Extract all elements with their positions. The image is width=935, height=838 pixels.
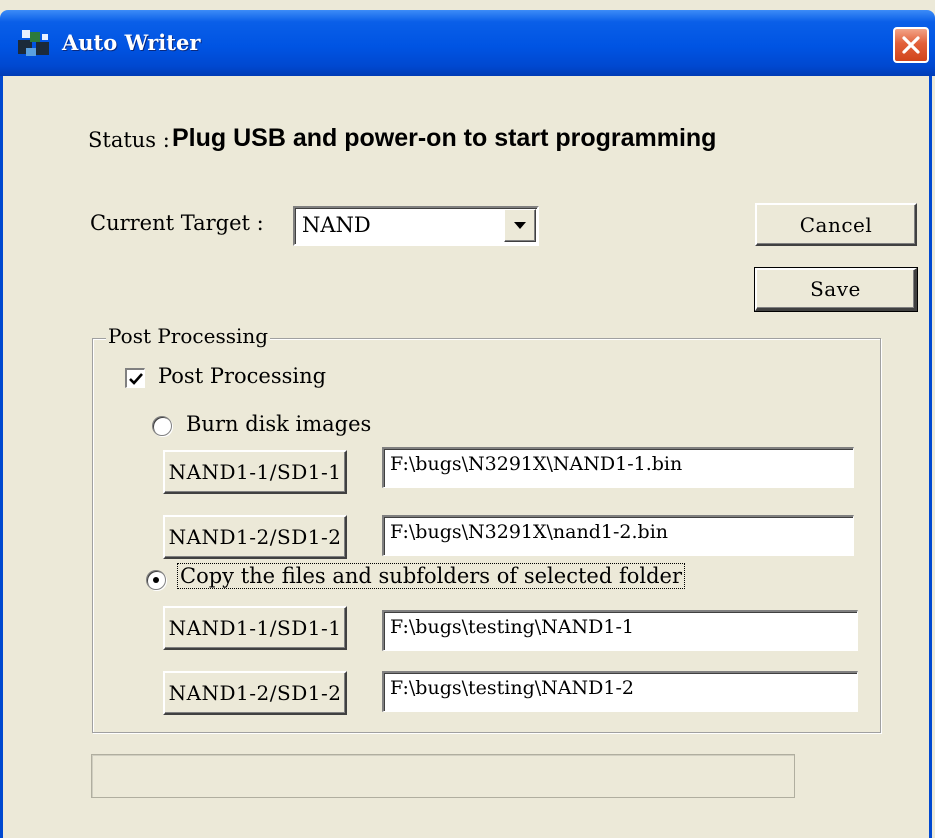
cancel-button[interactable]: Cancel [755,203,917,246]
burn-nand1-2-path-field[interactable]: F:\bugs\N3291X\nand1-2.bin [382,515,854,556]
burn-disk-images-label[interactable]: Burn disk images [186,412,371,436]
chevron-down-icon [514,222,526,229]
copy-files-radio[interactable] [146,570,166,590]
post-processing-checkbox[interactable] [125,368,145,388]
current-target-select[interactable]: NAND [293,206,539,246]
copy-nand1-1-path-field[interactable]: F:\bugs\testing\NAND1-1 [382,610,858,651]
dropdown-button[interactable] [504,209,536,242]
post-processing-checkbox-label[interactable]: Post Processing [158,364,326,388]
burn-nand1-2-path: F:\bugs\N3291X\nand1-2.bin [390,521,669,543]
check-icon [129,373,143,385]
app-icon [16,26,52,62]
progress-bar [91,754,795,798]
post-processing-group-label: Post Processing [106,324,271,348]
copy-nand1-2-button[interactable]: NAND1-2/SD1-2 [163,671,347,715]
copy-nand1-1-path: F:\bugs\testing\NAND1-1 [390,616,634,638]
burn-nand1-1-path-field[interactable]: F:\bugs\N3291X\NAND1-1.bin [382,447,854,488]
status-label: Status : [88,128,170,152]
burn-disk-images-radio[interactable] [152,416,172,436]
burn-nand1-1-button[interactable]: NAND1-1/SD1-1 [163,450,347,494]
burn-nand1-1-path: F:\bugs\N3291X\NAND1-1.bin [390,453,683,475]
copy-nand1-1-button[interactable]: NAND1-1/SD1-1 [163,606,347,650]
close-icon [902,36,920,54]
current-target-label: Current Target : [90,211,264,235]
current-target-value: NAND [302,213,371,237]
save-button[interactable]: Save [754,267,918,312]
copy-nand1-2-path-field[interactable]: F:\bugs\testing\NAND1-2 [382,671,858,712]
burn-nand1-2-button[interactable]: NAND1-2/SD1-2 [163,515,347,559]
close-button[interactable] [893,27,929,63]
window-title: Auto Writer [62,30,201,55]
status-message: Plug USB and power-on to start programmi… [172,124,717,152]
copy-files-label[interactable]: Copy the files and subfolders of selecte… [177,563,685,589]
copy-nand1-2-path: F:\bugs\testing\NAND1-2 [390,677,634,699]
